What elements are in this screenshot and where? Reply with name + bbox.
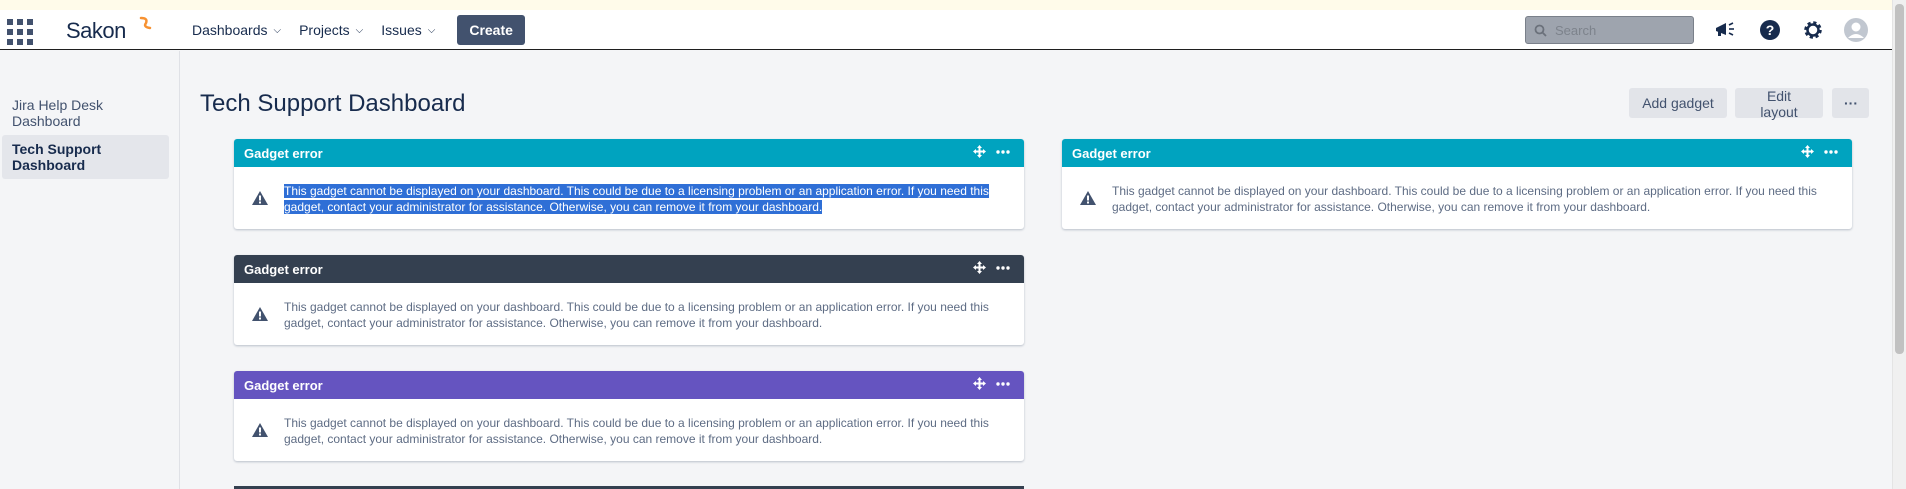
sidebar-item-tech-support[interactable]: Tech Support Dashboard: [2, 135, 169, 179]
gadget-error-message: This gadget cannot be displayed on your …: [284, 416, 989, 446]
warning-icon: [1080, 191, 1096, 205]
gadget-header[interactable]: Gadget error: [1062, 139, 1852, 167]
gadget-menu-icon[interactable]: [1824, 149, 1838, 154]
avatar-icon[interactable]: [1843, 17, 1869, 43]
gadget-header[interactable]: Gadget error: [234, 139, 1024, 167]
megaphone-icon[interactable]: [1712, 17, 1738, 43]
gadget-header[interactable]: Gadget error: [234, 255, 1024, 283]
top-notice-strip: [0, 0, 1906, 10]
gadget-error-message: This gadget cannot be displayed on your …: [1112, 184, 1817, 214]
move-icon[interactable]: [973, 261, 986, 274]
gadget-menu-icon[interactable]: [996, 149, 1010, 154]
search-input[interactable]: [1555, 22, 1685, 38]
gadget-card: Gadget error This gadget cannot be displ…: [234, 255, 1024, 345]
search-icon: [1534, 24, 1547, 37]
create-button[interactable]: Create: [457, 15, 525, 45]
move-icon[interactable]: [973, 377, 986, 390]
help-icon[interactable]: ?: [1757, 17, 1783, 43]
app-switcher-icon[interactable]: [7, 19, 33, 45]
warning-icon: [252, 307, 268, 321]
gadget-card: Gadget error This gadget cannot be displ…: [234, 371, 1024, 461]
gadget-menu-icon[interactable]: [996, 265, 1010, 270]
gadget-header[interactable]: Gadget error: [234, 371, 1024, 399]
sidebar-item-jira-help-desk[interactable]: Jira Help Desk Dashboard: [2, 95, 169, 135]
warning-icon: [252, 191, 268, 205]
gadget-menu-icon[interactable]: [996, 381, 1010, 386]
logo[interactable]: Sakon: [66, 14, 152, 48]
nav-projects[interactable]: Projects ⌵: [299, 22, 363, 38]
more-options-button[interactable]: ···: [1832, 88, 1869, 118]
warning-icon: [252, 423, 268, 437]
chevron-down-icon: ⌵: [427, 24, 436, 36]
settings-icon[interactable]: [1800, 17, 1826, 43]
logo-mark-icon: [139, 16, 152, 30]
sidebar: Jira Help Desk Dashboard Tech Support Da…: [0, 51, 180, 489]
gadget-card: Gadget error This gadget cannot be displ…: [1062, 139, 1852, 229]
move-icon[interactable]: [973, 145, 986, 158]
logo-text: Sakon: [66, 18, 126, 43]
nav-dashboards[interactable]: Dashboards ⌵: [192, 22, 281, 38]
move-icon[interactable]: [1801, 145, 1814, 158]
scrollbar-thumb[interactable]: [1895, 4, 1904, 354]
add-gadget-button[interactable]: Add gadget: [1629, 88, 1727, 118]
top-navigation-bar: Sakon Dashboards ⌵ Projects ⌵ Issues ⌵ Crea…: [0, 10, 1892, 50]
page-scrollbar[interactable]: [1892, 0, 1906, 489]
chevron-down-icon: ⌵: [273, 24, 282, 36]
search-box[interactable]: [1525, 16, 1694, 44]
chevron-down-icon: ⌵: [355, 24, 364, 36]
gadget-card: Gadget error This gadget cannot be displ…: [234, 139, 1024, 229]
main-nav: Dashboards ⌵ Projects ⌵ Issues ⌵ Create: [192, 10, 525, 50]
gadget-error-message: This gadget cannot be displayed on your …: [284, 184, 989, 214]
page-title: Tech Support Dashboard: [200, 90, 466, 117]
gadget-error-message: This gadget cannot be displayed on your …: [284, 300, 989, 330]
nav-issues[interactable]: Issues ⌵: [381, 22, 435, 38]
edit-layout-button[interactable]: Edit layout: [1735, 88, 1823, 120]
svg-text:?: ?: [1766, 22, 1775, 38]
